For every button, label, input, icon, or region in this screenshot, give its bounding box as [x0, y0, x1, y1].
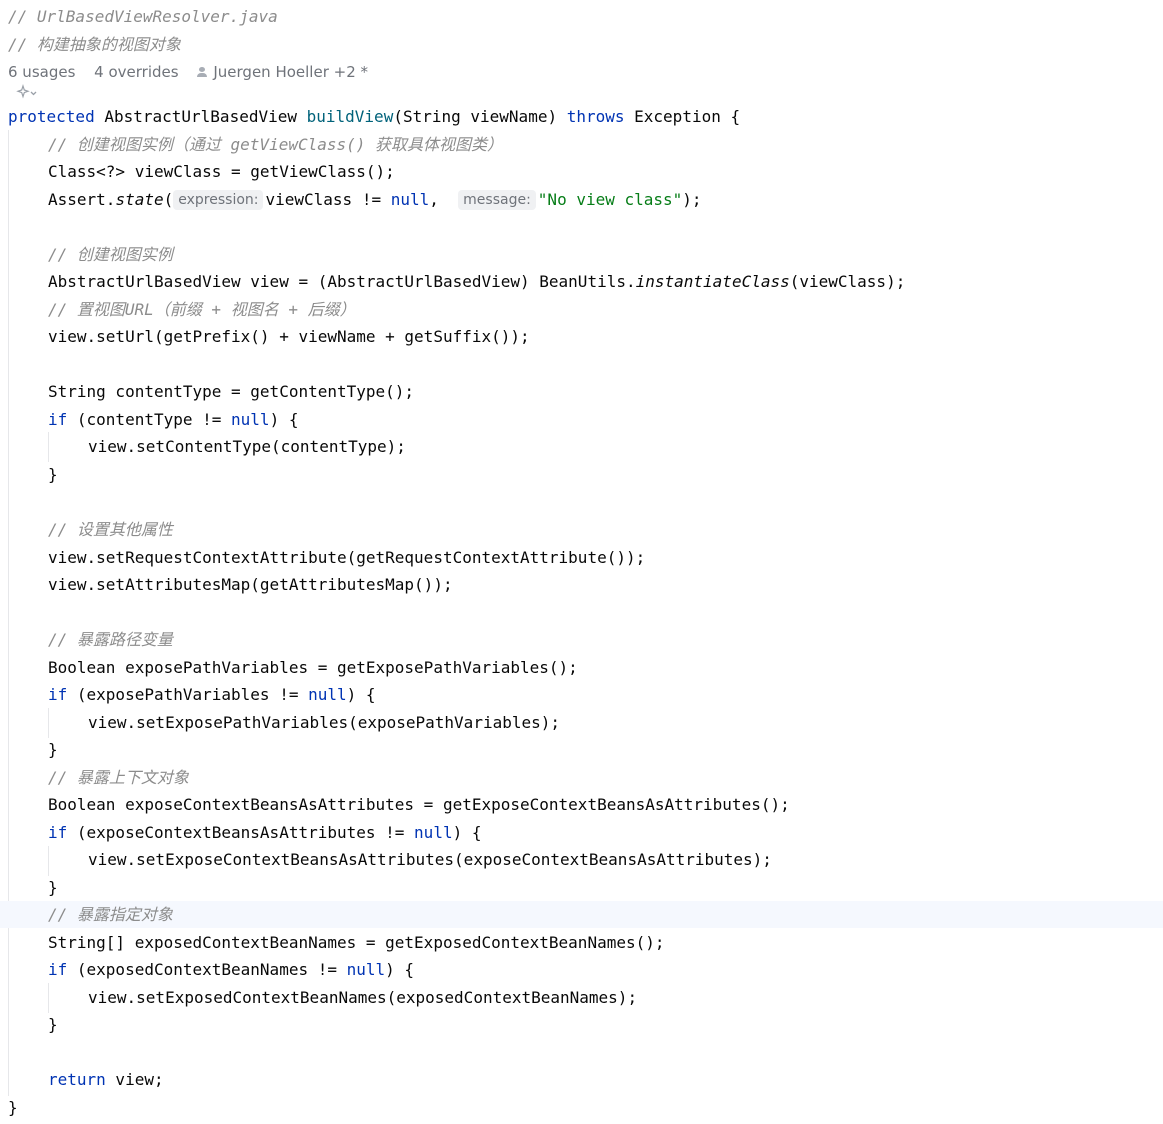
- code-comment: // 暴露指定对象: [48, 905, 173, 924]
- code-line: String contentType = getContentType();: [48, 382, 415, 401]
- code-line: view.setContentType(contentType);: [88, 437, 406, 456]
- ai-sparkle-icon: [16, 84, 37, 99]
- code-comment: // 设置其他属性: [48, 520, 173, 539]
- usages-link[interactable]: 6 usages: [8, 63, 75, 81]
- code-line: Class<?> viewClass = getViewClass();: [48, 162, 395, 181]
- code-line: if (contentType != null) {: [48, 410, 299, 429]
- code-line: AbstractUrlBasedView view = (AbstractUrl…: [48, 272, 906, 291]
- code-line: Boolean exposeContextBeansAsAttributes =…: [48, 795, 790, 814]
- code-line: Assert.state(expression: viewClass != nul…: [48, 190, 702, 210]
- code-comment: // 置视图URL（前缀 + 视图名 + 后缀）: [48, 300, 356, 319]
- code-line: }: [48, 878, 58, 897]
- code-line: }: [48, 740, 58, 759]
- author-link[interactable]: Juergen Hoeller +2 *: [197, 63, 368, 81]
- method-signature: protected AbstractUrlBasedView buildView…: [8, 107, 741, 126]
- indent-guide: [48, 846, 49, 876]
- code-line: view.setExposeContextBeansAsAttributes(e…: [88, 850, 772, 869]
- parameter-hint: message:: [458, 190, 536, 210]
- description-comment: // 构建抽象的视图对象: [8, 35, 181, 54]
- current-line: // 暴露指定对象: [0, 901, 1163, 928]
- code-vision-bar: 6 usages 4 overrides Juergen Hoeller +2 …: [8, 60, 382, 84]
- person-icon: [197, 67, 208, 77]
- ai-sparkle-icon[interactable]: [16, 84, 38, 102]
- code-line: }: [8, 1098, 18, 1117]
- chevron-down-icon: [30, 91, 37, 96]
- indent-guide: [8, 130, 9, 1096]
- code-line: return view;: [48, 1070, 164, 1089]
- file-name-comment: // UrlBasedViewResolver.java: [8, 7, 278, 26]
- parameter-hint: expression:: [173, 190, 264, 210]
- code-line: if (exposedContextBeanNames != null) {: [48, 960, 415, 979]
- code-line: view.setExposedContextBeanNames(exposedC…: [88, 988, 638, 1007]
- code-line: view.setExposePathVariables(exposePathVa…: [88, 713, 561, 732]
- code-comment: // 暴露上下文对象: [48, 768, 189, 787]
- indent-guide: [48, 708, 49, 738]
- code-line: view.setRequestContextAttribute(getReque…: [48, 548, 646, 567]
- code-comment: // 创建视图实例: [48, 245, 173, 264]
- code-comment: // 创建视图实例（通过 getViewClass() 获取具体视图类）: [48, 135, 504, 154]
- indent-guide: [48, 432, 49, 462]
- indent-guide: [48, 983, 49, 1013]
- overrides-link[interactable]: 4 overrides: [94, 63, 178, 81]
- code-line: Boolean exposePathVariables = getExposeP…: [48, 658, 578, 677]
- code-comment: // 暴露路径变量: [48, 630, 173, 649]
- code-editor[interactable]: // UrlBasedViewResolver.java // 构建抽象的视图对…: [0, 0, 1163, 1124]
- code-line: if (exposePathVariables != null) {: [48, 685, 376, 704]
- code-line: view.setUrl(getPrefix() + viewName + get…: [48, 327, 530, 346]
- code-line: if (exposeContextBeansAsAttributes != nu…: [48, 823, 482, 842]
- code-line: }: [48, 465, 58, 484]
- code-line: String[] exposedContextBeanNames = getEx…: [48, 933, 665, 952]
- code-line: view.setAttributesMap(getAttributesMap()…: [48, 575, 453, 594]
- code-line: }: [48, 1015, 58, 1034]
